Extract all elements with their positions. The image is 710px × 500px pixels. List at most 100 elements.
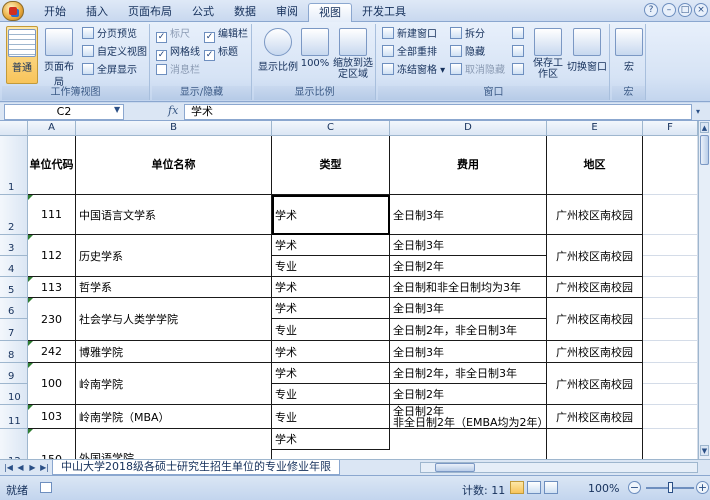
row-header-2[interactable]: 2 [0, 195, 28, 235]
cell-a9[interactable]: 100 [28, 363, 76, 405]
sync-scroll-button[interactable] [512, 45, 527, 61]
cell-a12[interactable]: 150 [28, 429, 76, 459]
cell-d5[interactable]: 全日制和非全日制均为3年 [390, 277, 547, 298]
row-header-5[interactable]: 5 [0, 277, 28, 298]
last-sheet-icon[interactable]: ▶| [39, 462, 50, 473]
name-box-dropdown-icon[interactable]: ▼ [114, 105, 120, 114]
formula-input[interactable]: 学术 [184, 104, 692, 120]
unhide-button[interactable]: 取消隐藏 [450, 63, 505, 79]
page-break-preview-button[interactable]: 分页预览 [82, 27, 137, 43]
tab-home[interactable]: 开始 [34, 3, 76, 22]
minimize-icon[interactable]: – [662, 3, 676, 17]
zoom-slider[interactable] [646, 482, 694, 493]
cell-f6[interactable] [643, 298, 698, 319]
office-button[interactable] [2, 1, 24, 21]
name-box[interactable]: C2 [4, 104, 124, 120]
zoom-in-icon[interactable]: + [696, 481, 709, 494]
row-header-4[interactable]: 4 [0, 256, 28, 277]
cell-e12[interactable] [547, 429, 643, 459]
cell-b11[interactable]: 岭南学院（MBA） [76, 405, 272, 429]
select-all-corner[interactable] [0, 121, 28, 136]
scroll-up-icon[interactable]: ▲ [700, 122, 709, 133]
restore-icon[interactable]: □ [678, 3, 692, 17]
header-cell-name[interactable]: 单位名称 [76, 136, 272, 195]
split-button[interactable]: 拆分 [450, 27, 485, 43]
full-screen-button[interactable]: 全屏显示 [82, 63, 137, 79]
col-header-b[interactable]: B [76, 121, 272, 136]
close-icon[interactable]: × [694, 3, 708, 17]
zoom-out-icon[interactable]: − [628, 481, 641, 494]
next-sheet-icon[interactable]: ▶ [27, 462, 38, 473]
cell-d2[interactable]: 全日制3年 [390, 195, 547, 235]
cell-d9[interactable]: 全日制2年，非全日制3年 [390, 363, 547, 384]
cell-f12[interactable] [643, 429, 698, 459]
cell-a6[interactable]: 230 [28, 298, 76, 341]
cell-b8[interactable]: 博雅学院 [76, 341, 272, 363]
cell-e9[interactable]: 广州校区南校园 [547, 363, 643, 405]
tab-insert[interactable]: 插入 [76, 3, 118, 22]
tab-review[interactable]: 审阅 [266, 3, 308, 22]
cell-e8[interactable]: 广州校区南校园 [547, 341, 643, 363]
cell-d4[interactable]: 全日制2年 [390, 256, 547, 277]
cell-b5[interactable]: 哲学系 [76, 277, 272, 298]
col-header-f[interactable]: F [643, 121, 698, 136]
tab-developer[interactable]: 开发工具 [352, 3, 416, 22]
cell-c2[interactable]: 学术 [272, 195, 390, 235]
col-header-a[interactable]: A [28, 121, 76, 136]
cell-c6[interactable]: 学术 [272, 298, 390, 319]
cell-a8[interactable]: 242 [28, 341, 76, 363]
custom-views-button[interactable]: 自定义视图 [82, 45, 147, 61]
expand-formula-bar-icon[interactable]: ▾ [696, 107, 700, 116]
row-header-1[interactable]: 1 [0, 136, 28, 195]
help-icon[interactable]: ? [644, 3, 658, 17]
col-header-e[interactable]: E [547, 121, 643, 136]
cell-e2[interactable]: 广州校区南校园 [547, 195, 643, 235]
zoom-level[interactable]: 100% [588, 482, 619, 495]
message-bar-checkbox[interactable]: 消息栏 [156, 63, 200, 79]
cell-c3[interactable]: 学术 [272, 235, 390, 256]
headings-checkbox[interactable]: ✓ 标题 [204, 45, 238, 61]
cell-f11[interactable] [643, 405, 698, 429]
row-header-6[interactable]: 6 [0, 298, 28, 319]
cell-c5[interactable]: 学术 [272, 277, 390, 298]
cell-e6[interactable]: 广州校区南校园 [547, 298, 643, 341]
prev-sheet-icon[interactable]: ◀ [15, 462, 26, 473]
ruler-checkbox[interactable]: ✓ 标尺 [156, 27, 190, 43]
cell-f5[interactable] [643, 277, 698, 298]
view-side-by-side-button[interactable] [512, 27, 527, 43]
cell-e11[interactable]: 广州校区南校园 [547, 405, 643, 429]
row-header-12[interactable]: 12 [0, 429, 28, 459]
col-header-c[interactable]: C [272, 121, 390, 136]
page-layout-view-button[interactable]: 页面布局 [40, 26, 78, 88]
switch-windows-button[interactable]: 切换窗口 [566, 26, 608, 84]
cell-c12[interactable]: 学术 [272, 429, 390, 450]
page-break-status-icon[interactable] [544, 481, 558, 494]
cell-a5[interactable]: 113 [28, 277, 76, 298]
cell-f4[interactable] [643, 256, 698, 277]
cell-b12[interactable]: 外国语学院 [76, 429, 272, 459]
arrange-all-button[interactable]: 全部重排 [382, 45, 437, 61]
freeze-panes-button[interactable]: 冻结窗格 ▾ [382, 63, 445, 79]
horizontal-scroll-thumb[interactable] [435, 463, 475, 472]
normal-view-button[interactable]: 普通 [6, 26, 38, 84]
horizontal-scrollbar[interactable] [420, 462, 698, 473]
cell-d10[interactable]: 全日制2年 [390, 384, 547, 405]
zoom-button[interactable]: 显示比例 [258, 26, 298, 84]
scroll-down-icon[interactable]: ▼ [700, 445, 709, 456]
cell-c9[interactable]: 学术 [272, 363, 390, 384]
row-header-3[interactable]: 3 [0, 235, 28, 256]
save-workspace-button[interactable]: 保存工作区 [532, 26, 564, 84]
insert-function-icon[interactable]: fx [168, 104, 178, 117]
hide-button[interactable]: 隐藏 [450, 45, 485, 61]
tab-view[interactable]: 视图 [308, 3, 352, 22]
cell-a3[interactable]: 112 [28, 235, 76, 277]
row-header-7[interactable]: 7 [0, 319, 28, 341]
tab-page-layout[interactable]: 页面布局 [118, 3, 182, 22]
cell-b3[interactable]: 历史学系 [76, 235, 272, 277]
first-sheet-icon[interactable]: |◀ [3, 462, 14, 473]
cell-f7[interactable] [643, 319, 698, 341]
zoom-100-button[interactable]: 100% [300, 26, 330, 84]
cell-c11[interactable]: 专业 [272, 405, 390, 429]
cell-f10[interactable] [643, 384, 698, 405]
row-header-10[interactable]: 10 [0, 384, 28, 405]
